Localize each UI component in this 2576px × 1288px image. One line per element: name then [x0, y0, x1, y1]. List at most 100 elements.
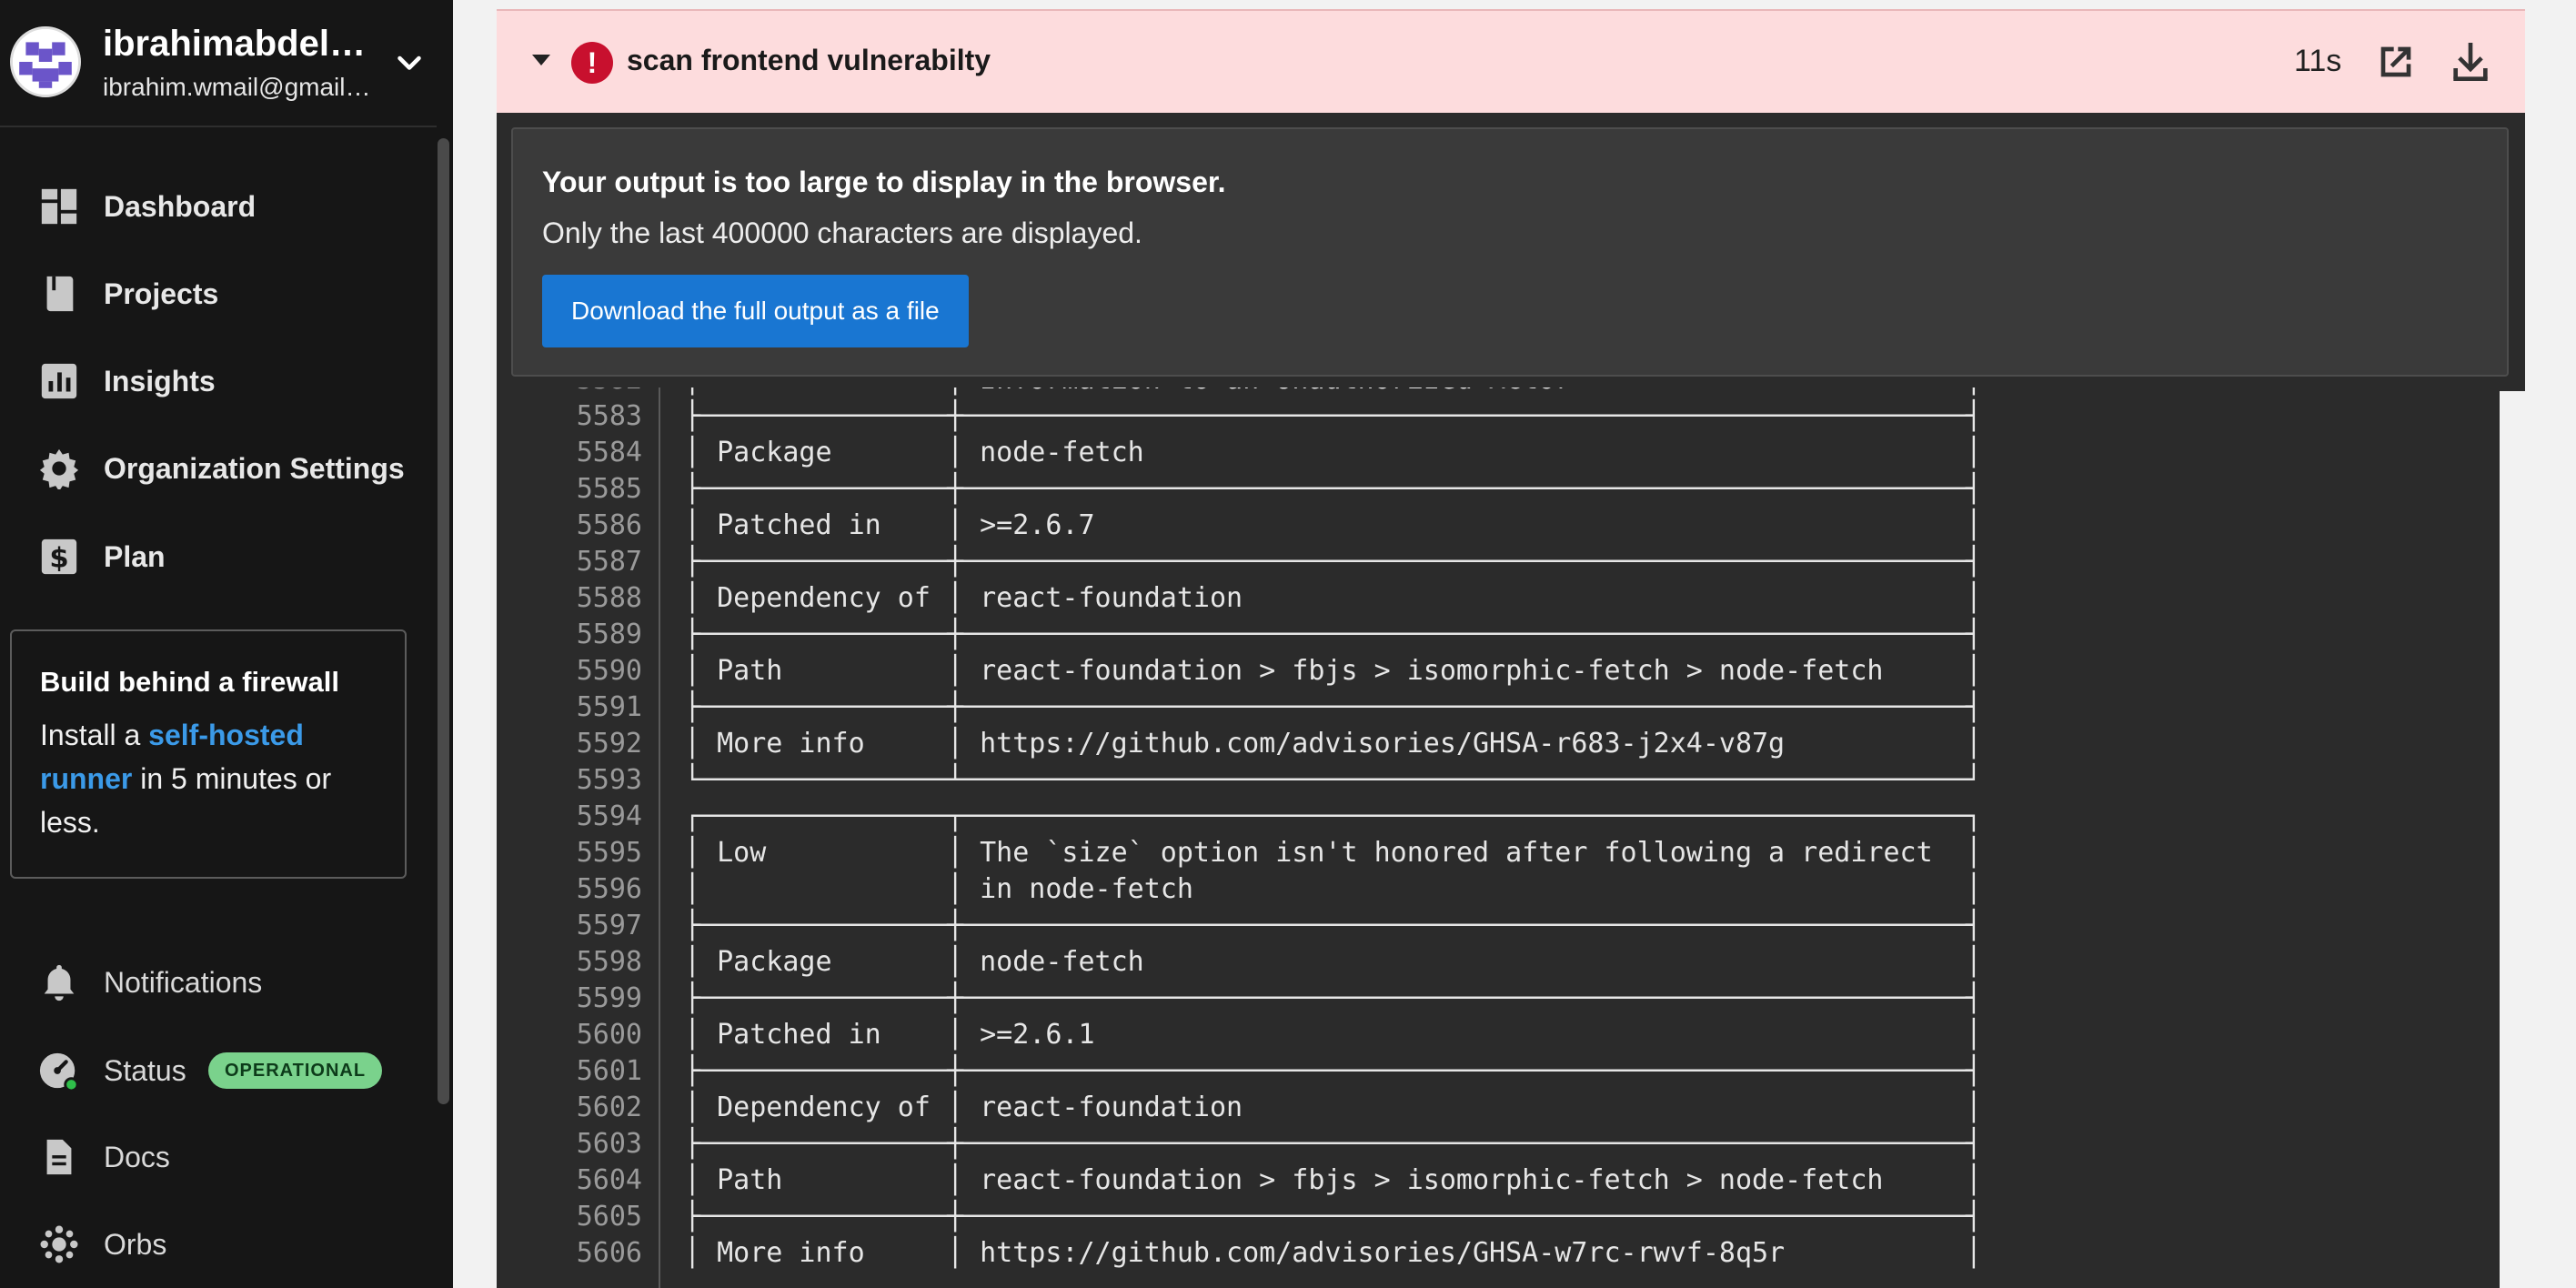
log-line-text: ├───────────────┼───────────────────────… [684, 910, 1982, 941]
nav-orbs[interactable]: Orbs [0, 1208, 428, 1281]
log-line-text: │ Dependency of │ react-foundation │ [684, 1092, 1982, 1123]
caret-down-icon[interactable] [532, 55, 550, 65]
gauge-icon [38, 1050, 80, 1092]
log-output: 5582 │ │ Information to an Unauthorized A… [497, 387, 2498, 1288]
nav-docs[interactable]: Docs [0, 1121, 428, 1193]
promo-text: Install a self-hosted runner in 5 minute… [40, 713, 386, 844]
log-line-number: 5602 [576, 1092, 642, 1123]
nav-organization-settings[interactable]: Organization Settings [0, 432, 428, 505]
log-line: 5598 │ Package │ node-fetch │ [497, 944, 2498, 981]
log-line-text: │ │ Information to an Unauthorized Actor… [684, 387, 1982, 398]
right-gutter [2500, 391, 2525, 1288]
nav-notifications[interactable]: Notifications [0, 946, 428, 1019]
log-line: 5600 │ Patched in │ >=2.6.1 │ [497, 1017, 2498, 1053]
log-line-number: 5587 [576, 546, 642, 578]
log-line-number: 5604 [576, 1164, 642, 1196]
open-external-icon[interactable] [2370, 36, 2421, 87]
nav-org-settings-label: Organization Settings [104, 451, 405, 485]
step-duration: 11s [2294, 44, 2342, 78]
log-line-number: 5583 [576, 400, 642, 432]
log-line: 5587 ├───────────────┼───────────────────… [497, 544, 2498, 580]
log-line-text: │ Package │ node-fetch │ [684, 437, 1982, 468]
log-line-number: 5594 [576, 800, 642, 832]
log-line: 5596 │ │ in node-fetch │ [497, 871, 2498, 908]
nav-plan[interactable]: $ Plan [0, 520, 428, 593]
line-number-divider [659, 387, 660, 1288]
book-icon [38, 273, 80, 315]
log-line-number: 5582 [497, 387, 642, 398]
log-line-number: 5606 [576, 1237, 642, 1269]
promo-text-before: Install a [40, 719, 149, 751]
log-line-text: └───────────────┴───────────────────────… [684, 764, 1982, 796]
log-line-number: 5599 [576, 982, 642, 1014]
log-line-number: 5603 [576, 1128, 642, 1160]
log-line-number: 5593 [576, 764, 642, 796]
firewall-promo-card: Build behind a firewall Install a self-h… [10, 629, 407, 879]
log-line: 5603 ├───────────────┼───────────────────… [497, 1126, 2498, 1162]
log-line-text: ├───────────────┼───────────────────────… [684, 473, 1982, 505]
step-title: scan frontend vulnerabilty [627, 44, 991, 76]
log-line: 5584 │ Package │ node-fetch │ [497, 435, 2498, 471]
bar-chart-icon [38, 360, 80, 402]
log-line-text: │ Dependency of │ react-foundation │ [684, 582, 1982, 614]
log-line: 5606 │ More info │ https://github.com/adv… [497, 1235, 2498, 1272]
dashboard-icon [38, 186, 80, 227]
log-line-number: 5605 [576, 1201, 642, 1233]
download-full-output-button[interactable]: Download the full output as a file [542, 275, 969, 347]
chevron-down-icon[interactable] [393, 47, 426, 80]
log-line: 5590 │ Path │ react-foundation > fbjs > i… [497, 653, 2498, 689]
dollar-icon: $ [38, 536, 80, 578]
log-line-number: 5592 [576, 728, 642, 760]
nav-dashboard[interactable]: Dashboard [0, 170, 428, 243]
nav-projects[interactable]: Projects [0, 257, 428, 330]
document-icon [38, 1136, 80, 1178]
job-step-header[interactable]: ! scan frontend vulnerabilty 11s [497, 9, 2525, 115]
log-line-number: 5590 [576, 655, 642, 687]
log-lines: 5582 │ │ Information to an Unauthorized A… [497, 387, 2498, 1272]
log-line-text: ├───────────────┼───────────────────────… [684, 400, 1982, 432]
log-line-number: 5584 [576, 437, 642, 468]
account-name: ibrahimabdelh… [103, 24, 376, 64]
log-line-text: ├───────────────┼───────────────────────… [684, 1201, 1982, 1233]
log-line: 5605 ├───────────────┼───────────────────… [497, 1199, 2498, 1235]
log-line-number: 5598 [576, 946, 642, 978]
log-line-text: │ More info │ https://github.com/advisor… [684, 728, 1982, 760]
nav-plan-label: Plan [104, 539, 166, 573]
nav-orbs-label: Orbs [104, 1227, 167, 1261]
log-line: 5601 ├───────────────┼───────────────────… [497, 1053, 2498, 1090]
log-line-number: 5591 [576, 691, 642, 723]
gear-icon [38, 448, 80, 489]
log-line-text: ├───────────────┼───────────────────────… [684, 1055, 1982, 1087]
sidebar: ibrahimabdelh… ibrahim.wmail@gmail… Dash… [0, 0, 453, 1288]
log-line-text: │ Patched in │ >=2.6.1 │ [684, 1019, 1982, 1051]
nav-dashboard-label: Dashboard [104, 189, 257, 223]
log-line-text: │ │ in node-fetch │ [684, 873, 1982, 905]
log-line-text: ┌───────────────┬───────────────────────… [684, 800, 1982, 832]
log-line-number: 5586 [576, 509, 642, 541]
step-output-console: Your output is too large to display in t… [497, 113, 2525, 1288]
log-line: 5585 ├───────────────┼───────────────────… [497, 471, 2498, 508]
log-line-text: ├───────────────┼───────────────────────… [684, 691, 1982, 723]
promo-title: Build behind a firewall [40, 666, 339, 698]
log-line-number: 5588 [576, 582, 642, 614]
nav-projects-label: Projects [104, 277, 219, 310]
log-line-number: 5601 [576, 1055, 642, 1087]
log-line: 5586 │ Patched in │ >=2.6.7 │ [497, 508, 2498, 544]
nav-insights-label: Insights [104, 364, 216, 397]
log-line-number: 5595 [576, 837, 642, 869]
sidebar-scrollbar-thumb[interactable] [438, 138, 449, 1104]
nav-notifications-label: Notifications [104, 965, 263, 999]
log-line-text: │ More info │ https://github.com/advisor… [684, 1237, 1982, 1269]
log-line: 5597 ├───────────────┼───────────────────… [497, 908, 2498, 944]
bell-icon [38, 961, 80, 1003]
log-line-text: │ Path │ react-foundation > fbjs > isomo… [684, 1164, 1982, 1196]
notice-title: Your output is too large to display in t… [542, 166, 1226, 198]
nav-insights[interactable]: Insights [0, 345, 428, 418]
svg-text:$: $ [49, 543, 68, 575]
avatar [10, 26, 81, 97]
status-badge: OPERATIONAL [208, 1052, 383, 1089]
account-switcher[interactable]: ibrahimabdelh… ibrahim.wmail@gmail… [0, 0, 453, 126]
download-icon[interactable] [2445, 36, 2496, 87]
notice-subtitle: Only the last 400000 characters are disp… [542, 216, 1142, 249]
log-line: 5594 ┌───────────────┬───────────────────… [497, 799, 2498, 835]
